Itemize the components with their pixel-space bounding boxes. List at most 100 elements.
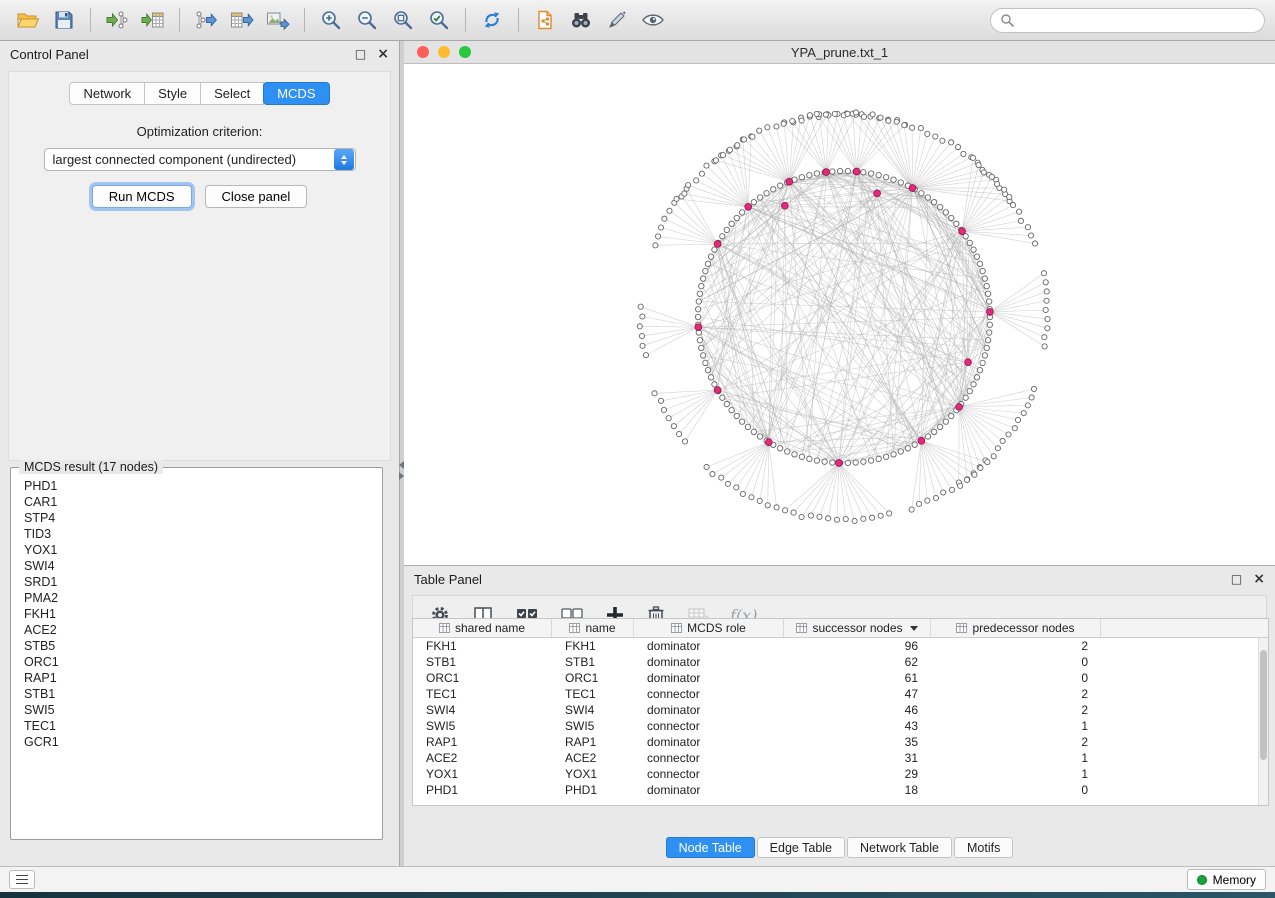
global-search[interactable]	[990, 8, 1265, 33]
window-minimize-icon[interactable]	[438, 46, 450, 58]
window-maximize-icon[interactable]	[459, 46, 471, 58]
zoom-fit-button[interactable]	[385, 4, 421, 36]
table-row[interactable]: ORC1ORC1dominator610	[413, 670, 1268, 686]
table-row[interactable]: ACE2ACE2connector311	[413, 750, 1268, 766]
tab-node-table[interactable]: Node Table	[666, 837, 755, 858]
control-panel-header: Control Panel □ ×	[0, 41, 399, 67]
mcds-result-item[interactable]: TEC1	[15, 718, 378, 734]
export-network-icon	[194, 9, 218, 31]
search-input[interactable]	[1020, 13, 1255, 27]
collapse-left-icon[interactable]	[399, 461, 404, 469]
splitter-handles	[399, 461, 404, 480]
tab-select[interactable]: Select	[201, 82, 264, 105]
float-table-panel-icon[interactable]: □	[1231, 573, 1242, 585]
mcds-result-item[interactable]: CAR1	[15, 494, 378, 510]
tab-network-table[interactable]: Network Table	[847, 837, 952, 858]
mcds-result-item[interactable]: STB5	[15, 638, 378, 654]
column-header-predecessor-nodes[interactable]: predecessor nodes	[931, 619, 1101, 637]
import-table-button[interactable]	[135, 4, 171, 36]
mcds-result-item[interactable]: SRD1	[15, 574, 378, 590]
table-row[interactable]: STB1STB1dominator620	[413, 654, 1268, 670]
memory-label: Memory	[1213, 873, 1256, 887]
hamburger-icon	[16, 875, 28, 877]
mcds-result-item[interactable]: RAP1	[15, 670, 378, 686]
zoom-in-icon	[320, 9, 342, 31]
main-toolbar	[0, 0, 1275, 41]
node-table: shared namenameMCDS rolesuccessor nodesp…	[412, 618, 1269, 806]
status-menu-button[interactable]	[9, 870, 35, 889]
column-header-name[interactable]: name	[552, 619, 634, 637]
refresh-button[interactable]	[474, 4, 510, 36]
table-row[interactable]: TEC1TEC1connector472	[413, 686, 1268, 702]
network-canvas-svg[interactable]	[404, 64, 1275, 565]
apply-style-button[interactable]	[599, 4, 635, 36]
mcds-buttons-row: Run MCDS Close panel	[9, 185, 390, 208]
zoom-selected-button[interactable]	[421, 4, 457, 36]
network-window: YPA_prune.txt_1	[404, 41, 1275, 565]
criterion-dropdown-value: largest connected component (undirected)	[45, 152, 334, 167]
table-scrollbar-thumb[interactable]	[1260, 650, 1267, 760]
tab-motifs[interactable]: Motifs	[954, 837, 1013, 858]
zoom-out-button[interactable]	[349, 4, 385, 36]
save-session-button[interactable]	[46, 4, 82, 36]
import-network-button[interactable]	[99, 4, 135, 36]
zoom-in-button[interactable]	[313, 4, 349, 36]
control-panel-tabs: NetworkStyleSelectMCDS	[9, 82, 390, 105]
network-canvas[interactable]	[404, 64, 1275, 565]
close-panel-button[interactable]: Close panel	[205, 185, 308, 208]
mcds-result-item[interactable]: TID3	[15, 526, 378, 542]
tab-mcds[interactable]: MCDS	[263, 82, 329, 105]
float-panel-icon[interactable]: □	[355, 48, 366, 60]
mcds-result-item[interactable]: PHD1	[15, 478, 378, 494]
run-mcds-button[interactable]: Run MCDS	[92, 185, 192, 208]
export-table-button[interactable]	[224, 4, 260, 36]
close-table-panel-icon[interactable]: ×	[1253, 573, 1265, 585]
column-header-shared-name[interactable]: shared name	[413, 619, 552, 637]
zoom-fit-icon	[392, 9, 414, 31]
tab-edge-table[interactable]: Edge Table	[757, 837, 845, 858]
column-grid-icon	[569, 623, 580, 633]
network-window-title: YPA_prune.txt_1	[404, 45, 1275, 60]
memory-button[interactable]: Memory	[1187, 869, 1266, 890]
mcds-result-item[interactable]: STP4	[15, 510, 378, 526]
column-grid-icon	[439, 623, 450, 633]
sort-chevron-icon	[910, 626, 918, 631]
column-header-successor-nodes[interactable]: successor nodes	[784, 619, 931, 637]
table-row[interactable]: RAP1RAP1dominator352	[413, 734, 1268, 750]
first-neighbors-button[interactable]	[563, 4, 599, 36]
table-row[interactable]: SWI4SWI4dominator462	[413, 702, 1268, 718]
table-row[interactable]: PHD1PHD1dominator180	[413, 782, 1268, 798]
mcds-result-item[interactable]: GCR1	[15, 734, 378, 750]
column-header-MCDS-role[interactable]: MCDS role	[634, 619, 784, 637]
table-row[interactable]: FKH1FKH1dominator962	[413, 638, 1268, 654]
mcds-result-item[interactable]: STB1	[15, 686, 378, 702]
table-row[interactable]: SWI5SWI5connector431	[413, 718, 1268, 734]
open-folder-icon	[16, 9, 40, 31]
export-network-button[interactable]	[188, 4, 224, 36]
binoculars-icon	[569, 9, 593, 31]
mcds-result-item[interactable]: ACE2	[15, 622, 378, 638]
mcds-result-item[interactable]: PMA2	[15, 590, 378, 606]
window-close-icon[interactable]	[417, 46, 429, 58]
status-bar: Memory	[0, 866, 1275, 892]
show-hide-button[interactable]	[635, 4, 671, 36]
tab-style[interactable]: Style	[145, 82, 201, 105]
mcds-result-item[interactable]: YOX1	[15, 542, 378, 558]
table-row[interactable]: YOX1YOX1connector291	[413, 766, 1268, 782]
collapse-right-icon[interactable]	[399, 472, 404, 480]
mcds-result-list[interactable]: PHD1CAR1STP4TID3YOX1SWI4SRD1PMA2FKH1ACE2…	[15, 478, 378, 835]
import-network-icon	[105, 9, 129, 31]
criterion-dropdown[interactable]: largest connected component (undirected)	[44, 148, 356, 171]
mcds-result-item[interactable]: SWI4	[15, 558, 378, 574]
mcds-result-item[interactable]: SWI5	[15, 702, 378, 718]
tab-network[interactable]: Network	[69, 82, 145, 105]
mcds-result-item[interactable]: ORC1	[15, 654, 378, 670]
dropdown-stepper-icon	[334, 149, 354, 170]
document-share-button[interactable]	[527, 4, 563, 36]
table-scrollbar[interactable]	[1258, 638, 1268, 805]
export-image-icon	[266, 9, 290, 31]
mcds-result-item[interactable]: FKH1	[15, 606, 378, 622]
export-image-button[interactable]	[260, 4, 296, 36]
open-session-button[interactable]	[10, 4, 46, 36]
close-panel-icon[interactable]: ×	[377, 48, 389, 60]
